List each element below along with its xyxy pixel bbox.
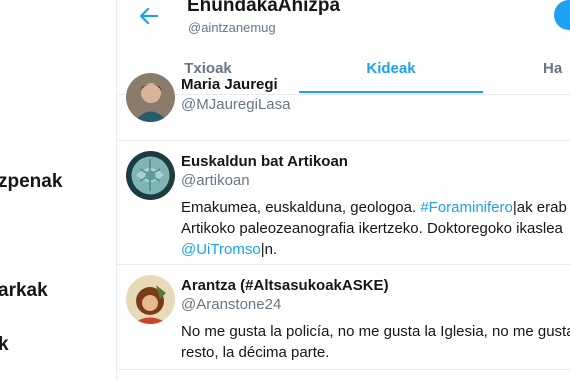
- nav-item-k[interactable]: k: [0, 334, 9, 356]
- member-bio: No me gusta la policía, no me gusta la I…: [181, 321, 570, 363]
- member-handle: @Aranstone24: [181, 296, 282, 313]
- list-item[interactable]: Maria Jauregi @MJauregiLasa: [117, 73, 570, 141]
- avatar-photo: [126, 151, 175, 200]
- avatar-photo: [126, 275, 175, 324]
- bio-line: resto, la décima parte.: [181, 344, 330, 361]
- member-handle: @artikoan: [181, 172, 250, 189]
- bio-line: Emakumea, euskalduna, geologoa. #Foramin…: [181, 197, 570, 218]
- main-column: EhundakaAhizpa @aintzanemug Txioak Kidea…: [116, 0, 570, 380]
- list-owner-handle: @aintzanemug: [188, 20, 276, 35]
- avatar[interactable]: [126, 73, 175, 122]
- page-title: EhundakaAhizpa: [187, 0, 341, 16]
- bio-line: Artikoko paleozeanografia ikertzeko. Dok…: [181, 220, 563, 237]
- member-bio: Emakumea, euskalduna, geologoa. #Foramin…: [181, 197, 570, 260]
- action-button[interactable]: [554, 0, 570, 30]
- list-header: EhundakaAhizpa @aintzanemug: [117, 0, 570, 48]
- member-name[interactable]: Arantza (#AltsasukoakASKE): [181, 277, 389, 294]
- nav-item-zpenak[interactable]: zpenak: [0, 171, 62, 193]
- hashtag-link[interactable]: #Foraminifero: [420, 199, 513, 216]
- list-item[interactable]: Euskaldun bat Artikoan @artikoan Emakume…: [117, 141, 570, 265]
- mention-link[interactable]: @UiTromso: [181, 241, 261, 258]
- bio-text: Emakumea, euskalduna, geologoa.: [181, 199, 421, 216]
- bio-line: @UiTromso|n.: [181, 239, 570, 260]
- arrow-left-icon: [139, 7, 159, 25]
- left-navigation: zpenak arkak k: [0, 0, 116, 380]
- member-name[interactable]: Euskaldun bat Artikoan: [181, 153, 348, 170]
- avatar-photo: [126, 73, 175, 122]
- avatar[interactable]: [126, 275, 175, 324]
- bio-text: |n.: [260, 241, 278, 258]
- list-item[interactable]: Arantza (#AltsasukoakASKE) @Aranstone24 …: [117, 265, 570, 370]
- member-name[interactable]: Maria Jauregi: [181, 76, 278, 93]
- back-button[interactable]: [137, 4, 161, 28]
- avatar[interactable]: [126, 151, 175, 200]
- member-handle: @MJauregiLasa: [181, 96, 291, 113]
- nav-item-arkak[interactable]: arkak: [0, 280, 48, 302]
- bio-line: No me gusta la policía, no me gusta la I…: [181, 323, 570, 340]
- bio-text: |ak erab: [512, 199, 567, 216]
